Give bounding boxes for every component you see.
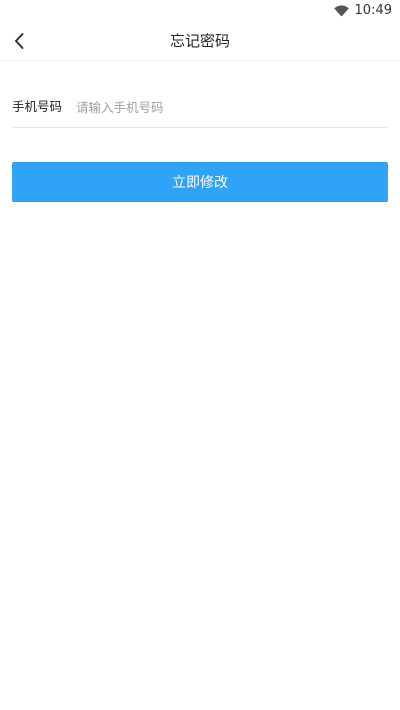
status-icons: 10:49 bbox=[333, 3, 392, 19]
phone-label: 手机号码 bbox=[12, 99, 63, 114]
status-time: 10:49 bbox=[354, 3, 392, 18]
submit-button[interactable]: 立即修改 bbox=[12, 162, 388, 202]
app-bar: 忘记密码 bbox=[0, 22, 400, 61]
phone-field-row: 手机号码 bbox=[12, 88, 388, 128]
status-bar: 10:49 bbox=[0, 0, 400, 22]
page-title: 忘记密码 bbox=[169, 32, 230, 50]
forgot-password-screen: 10:49 忘记密码 手机号码 立即修改 bbox=[0, 0, 400, 710]
wifi-icon bbox=[333, 5, 349, 17]
phone-input[interactable] bbox=[76, 96, 376, 118]
